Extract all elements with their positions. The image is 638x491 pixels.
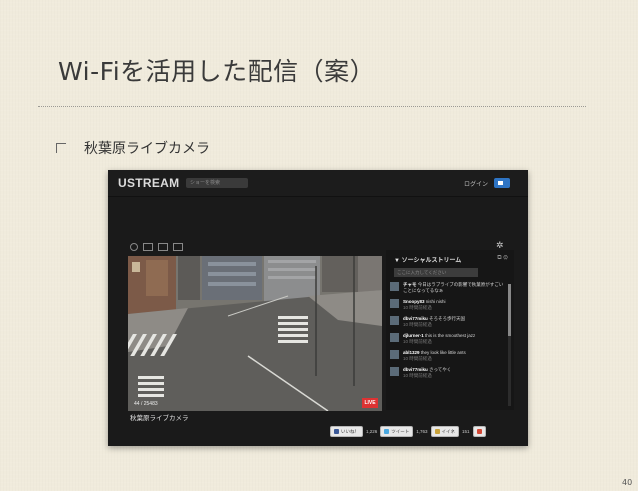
bullet-item: 秋葉原ライブカメラ bbox=[56, 138, 210, 158]
small-view-icon[interactable] bbox=[143, 243, 153, 251]
feed-item-text: チャモ 今日はラブライブの影響で秋葉原がすごいことになってるなぁ bbox=[403, 282, 504, 293]
crossing-camera-view bbox=[128, 256, 382, 411]
viewer-count: 44 / 25483 bbox=[134, 401, 158, 407]
google-plus-button[interactable] bbox=[472, 426, 486, 437]
mixi-iine-button[interactable]: イイネ bbox=[430, 426, 460, 437]
page-number: 40 bbox=[622, 478, 633, 487]
feed-item: チャモ 今日はラブライブの影響で秋葉原がすごいことになってるなぁ bbox=[390, 282, 504, 293]
twitter-icon bbox=[384, 429, 390, 434]
player-view-controls bbox=[130, 243, 183, 251]
avatar[interactable] bbox=[390, 282, 399, 291]
bullet-marker-icon bbox=[56, 143, 66, 153]
feed-author[interactable]: djlurner-1 bbox=[403, 333, 424, 338]
google-plus-icon bbox=[476, 429, 482, 434]
feed-item-text: Snoopy83 nishi nishi 10 時間前経過 bbox=[403, 299, 446, 310]
slide-title: Wi-Fiを活用した配信（案） bbox=[58, 57, 376, 86]
facebook-icon bbox=[334, 429, 339, 434]
feed-item-text: dbvi77miku そろそろ歩行天国 10 時間前経過 bbox=[403, 316, 465, 327]
live-video-player[interactable]: 44 / 25483 LIVE bbox=[128, 256, 382, 411]
feed-author[interactable]: チャモ bbox=[403, 282, 416, 287]
broadcast-camera-button[interactable] bbox=[494, 178, 510, 188]
iine-count: 151 bbox=[462, 429, 470, 434]
login-link[interactable]: ログイン bbox=[464, 179, 488, 188]
feed-message: nishi nishi bbox=[425, 299, 446, 304]
feed-author[interactable]: abl1329 bbox=[403, 350, 420, 355]
share-buttons: いいね！ 1,226 ツイート 1,763 イイネ 151 bbox=[330, 426, 486, 437]
social-stream-options-icon[interactable]: ⧉ ⚙ bbox=[497, 255, 508, 262]
social-comment-input[interactable]: ここに入力してください bbox=[394, 268, 478, 277]
channel-title: 秋葉原ライブカメラ bbox=[130, 415, 189, 422]
feed-time: 10 時間前経過 bbox=[403, 321, 432, 327]
search-input[interactable]: ショーを検索 bbox=[186, 178, 248, 188]
tweet-button[interactable]: ツイート bbox=[380, 426, 414, 437]
feed-scrollbar-thumb[interactable] bbox=[508, 284, 511, 336]
avatar[interactable] bbox=[390, 299, 399, 308]
avatar[interactable] bbox=[390, 333, 399, 342]
avatar[interactable] bbox=[390, 350, 399, 359]
ustream-logo[interactable]: USTREAM bbox=[118, 176, 179, 190]
like-label: いいね！ bbox=[341, 429, 359, 434]
ustream-topbar: USTREAM ショーを検索 ログイン bbox=[108, 170, 528, 197]
social-stream-panel: ▼ ソーシャルストリーム ⧉ ⚙ ここに入力してください チャモ 今日はラブライ… bbox=[386, 250, 514, 410]
avatar[interactable] bbox=[390, 316, 399, 325]
tweet-label: ツイート bbox=[391, 429, 410, 434]
tweet-count: 1,763 bbox=[416, 429, 428, 434]
live-badge: LIVE bbox=[362, 398, 378, 408]
feed-message: そろそろ歩行天国 bbox=[429, 316, 466, 321]
feed-time: 10 時間前経過 bbox=[403, 304, 432, 310]
feed-message: they look like little ants bbox=[420, 350, 466, 355]
feed-author[interactable]: dbvi77miku bbox=[403, 367, 428, 372]
feed-item: dbvi77miku さってやく 10 時間前経過 bbox=[390, 367, 504, 378]
social-feed: チャモ 今日はラブライブの影響で秋葉原がすごいことになってるなぁ Snoopy8… bbox=[390, 282, 504, 384]
feed-message: this is the smoothest jazz bbox=[425, 333, 476, 338]
facebook-like-button[interactable]: いいね！ bbox=[330, 426, 363, 437]
iine-label: イイネ bbox=[441, 429, 456, 434]
large-view-icon[interactable] bbox=[158, 243, 168, 251]
feed-item: dbvi77miku そろそろ歩行天国 10 時間前経過 bbox=[390, 316, 504, 327]
feed-time: 10 時間前経過 bbox=[403, 338, 432, 344]
feed-item: abl1329 they look like little ants 10 時間前… bbox=[390, 350, 504, 361]
feed-author[interactable]: dbvi77miku bbox=[403, 316, 428, 321]
feed-item-text: abl1329 they look like little ants 10 時間前… bbox=[403, 350, 466, 361]
avatar[interactable] bbox=[390, 367, 399, 376]
social-stream-heading[interactable]: ▼ ソーシャルストリーム bbox=[394, 255, 461, 264]
feed-author[interactable]: Snoopy83 bbox=[403, 299, 425, 304]
like-count: 1,226 bbox=[366, 429, 378, 434]
feed-item-text: dbvi77miku さってやく 10 時間前経過 bbox=[403, 367, 451, 378]
feed-item-text: djlurner-1 this is the smoothest jazz 10 … bbox=[403, 333, 475, 344]
feed-message: 今日はラブライブの影響で秋葉原がすごいことになってるなぁ bbox=[403, 282, 504, 293]
mixi-icon bbox=[434, 429, 440, 434]
record-icon[interactable] bbox=[130, 243, 138, 251]
feed-time: 10 時間前経過 bbox=[403, 355, 432, 361]
feed-message: さってやく bbox=[429, 367, 452, 372]
title-divider bbox=[38, 106, 586, 107]
feed-item: djlurner-1 this is the smoothest jazz 10 … bbox=[390, 333, 504, 344]
bullet-text: 秋葉原ライブカメラ bbox=[84, 141, 210, 157]
feed-time: 10 時間前経過 bbox=[403, 372, 432, 378]
popout-icon[interactable] bbox=[173, 243, 183, 251]
feed-item: Snoopy83 nishi nishi 10 時間前経過 bbox=[390, 299, 504, 310]
ustream-screenshot: USTREAM ショーを検索 ログイン 44 / 25483 LIVE ✲ ▼ … bbox=[108, 170, 528, 446]
